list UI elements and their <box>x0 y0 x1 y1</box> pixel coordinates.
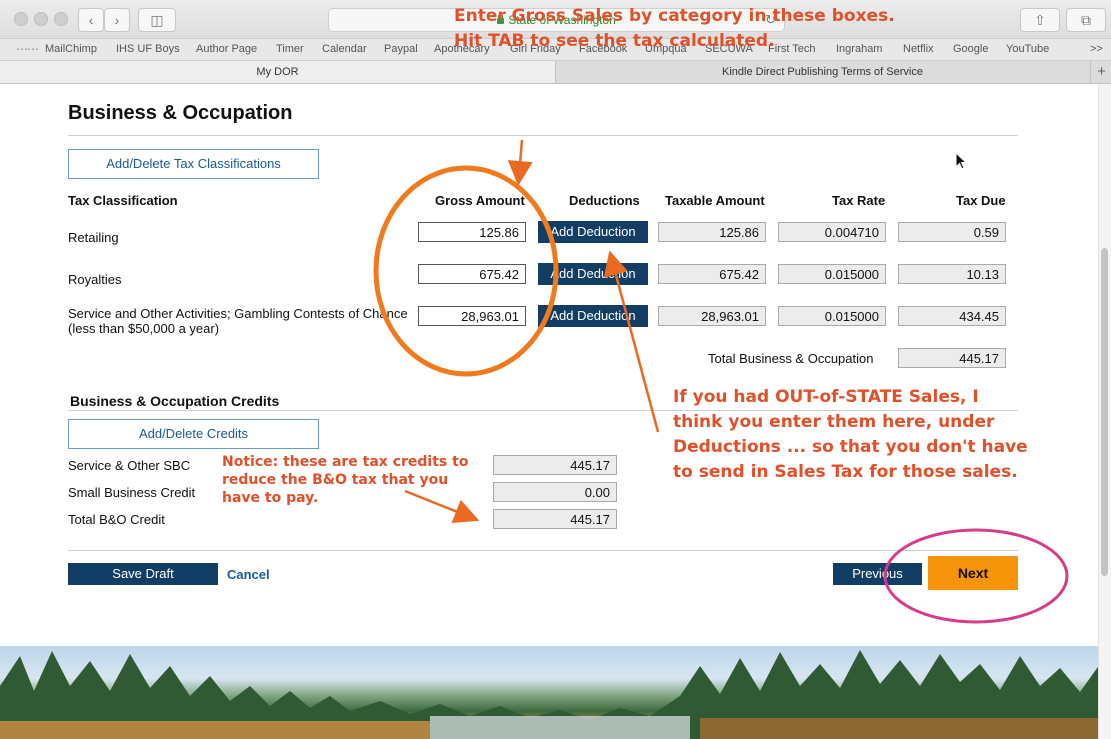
annotation-line: reduce the B&O tax that you <box>222 472 449 488</box>
annotation-line: Hit TAB to see the tax calculated. <box>454 31 775 51</box>
annotation-line: Deductions ... so that you don't have <box>673 437 1028 457</box>
annotation-line: Notice: these are tax credits to <box>222 454 469 470</box>
arrow-annotation <box>507 139 533 186</box>
annotation-out-of-state: If you had OUT-of-STATE Sales, I think y… <box>673 385 1028 485</box>
annotation-line: have to pay. <box>222 490 319 506</box>
mouse-cursor-icon <box>955 152 967 170</box>
annotation-gross-instructions: Enter Gross Sales by category in these b… <box>454 4 895 54</box>
annotation-line: Enter Gross Sales by category in these b… <box>454 6 895 26</box>
pink-circle-annotation <box>883 528 1069 624</box>
orange-circle-annotation <box>373 165 559 377</box>
arrow-annotation <box>603 250 660 433</box>
annotation-line: If you had OUT-of-STATE Sales, I <box>673 387 979 407</box>
annotation-line: think you enter them here, under <box>673 412 995 432</box>
annotation-credits-note: Notice: these are tax credits to reduce … <box>222 453 468 507</box>
annotation-overlay <box>373 139 1069 624</box>
annotation-line: to send in Sales Tax for those sales. <box>673 462 1018 482</box>
